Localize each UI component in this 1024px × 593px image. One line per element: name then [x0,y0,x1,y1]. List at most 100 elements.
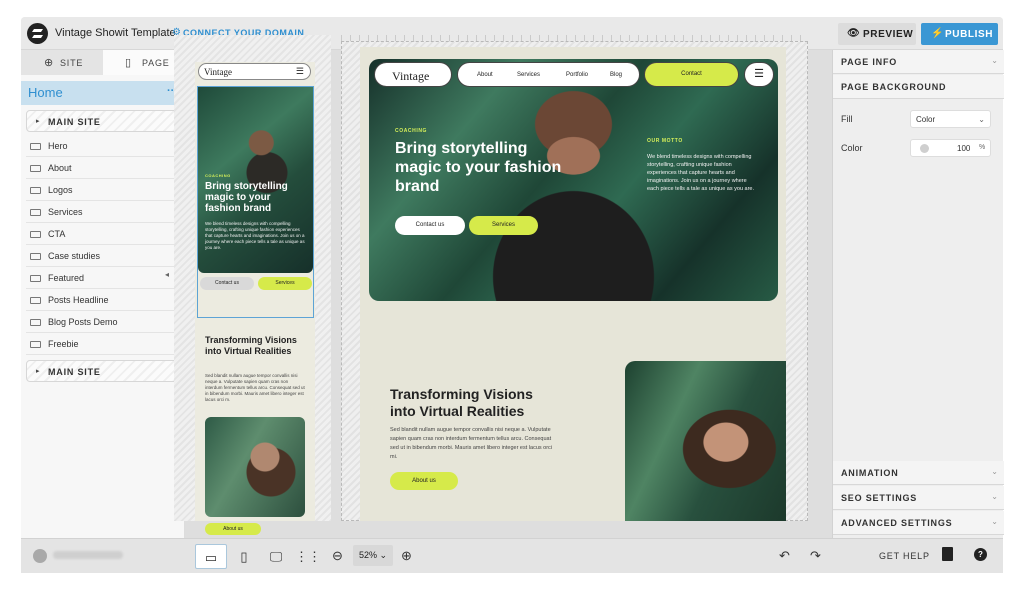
section-item[interactable]: Logos [26,180,180,201]
bottom-toolbar: ▭ ▯ 🖵 ⋮⋮ ⊖ 52% ⌄ ⊕ ↶ ↷ GET HELP ? [21,538,1003,573]
section-item[interactable]: CTA [26,224,180,245]
section-icon [30,143,41,150]
avatar[interactable] [33,549,47,563]
section-label: Posts Headline [48,295,109,305]
section-item[interactable]: Case studies [26,246,180,267]
panel-tabs: ⊕ SITE ▯ PAGE [21,50,185,75]
main-site-canvas-top[interactable]: ▸ MAIN SITE [26,110,180,132]
main-site-canvas-bottom[interactable]: ▸ MAIN SITE [26,360,180,382]
zoom-in-icon[interactable]: ⊕ [401,548,412,564]
page-name: Home [28,85,63,100]
publish-button[interactable]: ⚡ PUBLISH [921,23,998,45]
nav-links-pill: About Services Portfolio Blog [457,62,640,87]
zoom-select[interactable]: 52% ⌄ [353,545,393,566]
section-icon [30,275,41,282]
section-item[interactable]: Posts Headline [26,290,180,311]
nav-link-blog[interactable]: Blog [610,72,622,78]
animation-section[interactable]: ANIMATION ⌄ [833,461,1004,485]
tab-site-label: SITE [60,58,84,68]
mobile-brand: Vintage [204,67,232,77]
tab-page[interactable]: ▯ PAGE [103,50,185,75]
hamburger-icon[interactable]: ☰ [296,66,304,77]
seo-settings-section[interactable]: SEO SETTINGS ⌄ [833,486,1004,510]
grid-icon[interactable]: ⋮⋮ [292,544,324,569]
mobile-portrait-image [205,417,305,517]
fill-label: Fill [841,114,853,124]
showit-logo-icon[interactable] [27,23,48,44]
opacity-value[interactable]: 100 [957,144,970,153]
hero-contact-button[interactable]: Contact us [395,216,465,235]
page-info-section[interactable]: PAGE INFO ⌄ [833,50,1004,74]
mobile-section-heading: Transforming Visions into Virtual Realit… [205,335,297,356]
section-item[interactable]: About [26,158,180,179]
mobile-about-button[interactable]: About us [205,523,261,535]
color-input[interactable]: 100 % [910,139,991,157]
book-icon[interactable] [942,547,953,561]
mobile-hero-text: We blend timeless designs with compellin… [205,221,305,250]
section-icon [30,341,41,348]
hero-services-button[interactable]: Services [469,216,538,235]
desktop-preview[interactable]: Vintage About Services Portfolio Blog Co… [360,47,786,521]
fill-select[interactable]: Color ⌄ [910,110,991,128]
undo-icon[interactable]: ↶ [779,548,790,564]
eye-icon: 👁 [847,28,861,39]
mobile-hero-section[interactable]: COACHING Bring storytelling magic to you… [197,86,314,318]
mobile-services-button[interactable]: Services [258,277,312,290]
collapse-left-panel-icon[interactable]: ◂ [165,270,169,279]
hero-eyebrow: COACHING [395,128,428,134]
bolt-icon: ⚡ [931,28,945,39]
caret-right-icon: ▸ [36,118,40,125]
get-help-link[interactable]: GET HELP [879,551,930,561]
tab-site[interactable]: ⊕ SITE [21,50,103,75]
mobile-view-icon[interactable]: ▯ [228,544,260,569]
main-site-label: MAIN SITE [48,367,101,377]
section-label: About [48,163,72,173]
nav-contact-button[interactable]: Contact [644,62,739,87]
section-item[interactable]: Freebie [26,334,180,355]
chat-icon[interactable]: ? [974,548,987,561]
chevron-down-icon: ⌄ [991,517,998,526]
chevron-down-icon: ⌄ [978,115,985,124]
desktop-hero-section[interactable]: Vintage About Services Portfolio Blog Co… [369,59,778,301]
section-item[interactable]: Blog Posts Demo [26,312,180,333]
page-selector[interactable]: Home ··· [21,81,185,105]
mobile-nav[interactable]: Vintage ☰ [198,63,311,80]
chevron-down-icon: ⌄ [991,56,998,65]
motto-label: OUR MOTTO [647,138,683,144]
section-text: Sed blandit nullam augue tempor convalli… [390,427,553,460]
monitor-view-icon[interactable]: 🖵 [260,544,292,569]
zoom-out-icon[interactable]: ⊖ [332,548,343,564]
brand-pill[interactable]: Vintage [374,62,452,87]
page-background-section[interactable]: PAGE BACKGROUND [833,75,1004,99]
mobile-eyebrow: COACHING [205,173,231,178]
nav-link-services[interactable]: Services [517,72,540,78]
section-icon [30,319,41,326]
mobile-section-text: Sed blandit nullam augue tempor convalli… [205,373,305,402]
about-button[interactable]: About us [390,472,458,490]
section-item[interactable]: Featured [26,268,180,289]
color-label: Color [841,143,863,153]
redo-icon[interactable]: ↷ [810,548,821,564]
section-label: Hero [48,141,68,151]
motto-text: We blend timeless designs with compellin… [647,154,755,192]
fill-value: Color [916,115,936,124]
nav-link-portfolio[interactable]: Portfolio [566,72,588,78]
desktop-view-icon[interactable]: ▭ [195,544,227,569]
hamburger-icon[interactable]: ☰ [744,62,774,87]
desktop-nav[interactable]: Vintage About Services Portfolio Blog Co… [374,62,774,87]
section-item[interactable]: Services [26,202,180,223]
nav-link-about[interactable]: About [477,72,493,78]
mobile-preview[interactable]: Vintage ☰ COACHING Bring storytelling ma… [195,62,315,521]
section-label: CTA [48,229,66,239]
preview-button[interactable]: 👁 PREVIEW [838,23,916,45]
section-label: Services [48,207,83,217]
mobile-headline: Bring storytelling magic to your fashion… [205,181,288,214]
color-swatch[interactable] [920,144,929,153]
mobile-contact-button[interactable]: Contact us [200,277,254,290]
section-heading: Transforming Visions into Virtual Realit… [390,386,533,419]
section-label: Logos [48,185,73,195]
section-item[interactable]: Hero [26,136,180,157]
advanced-settings-section[interactable]: ADVANCED SETTINGS ⌄ [833,511,1004,535]
portrait-image [625,361,786,521]
caret-right-icon: ▸ [36,368,40,375]
